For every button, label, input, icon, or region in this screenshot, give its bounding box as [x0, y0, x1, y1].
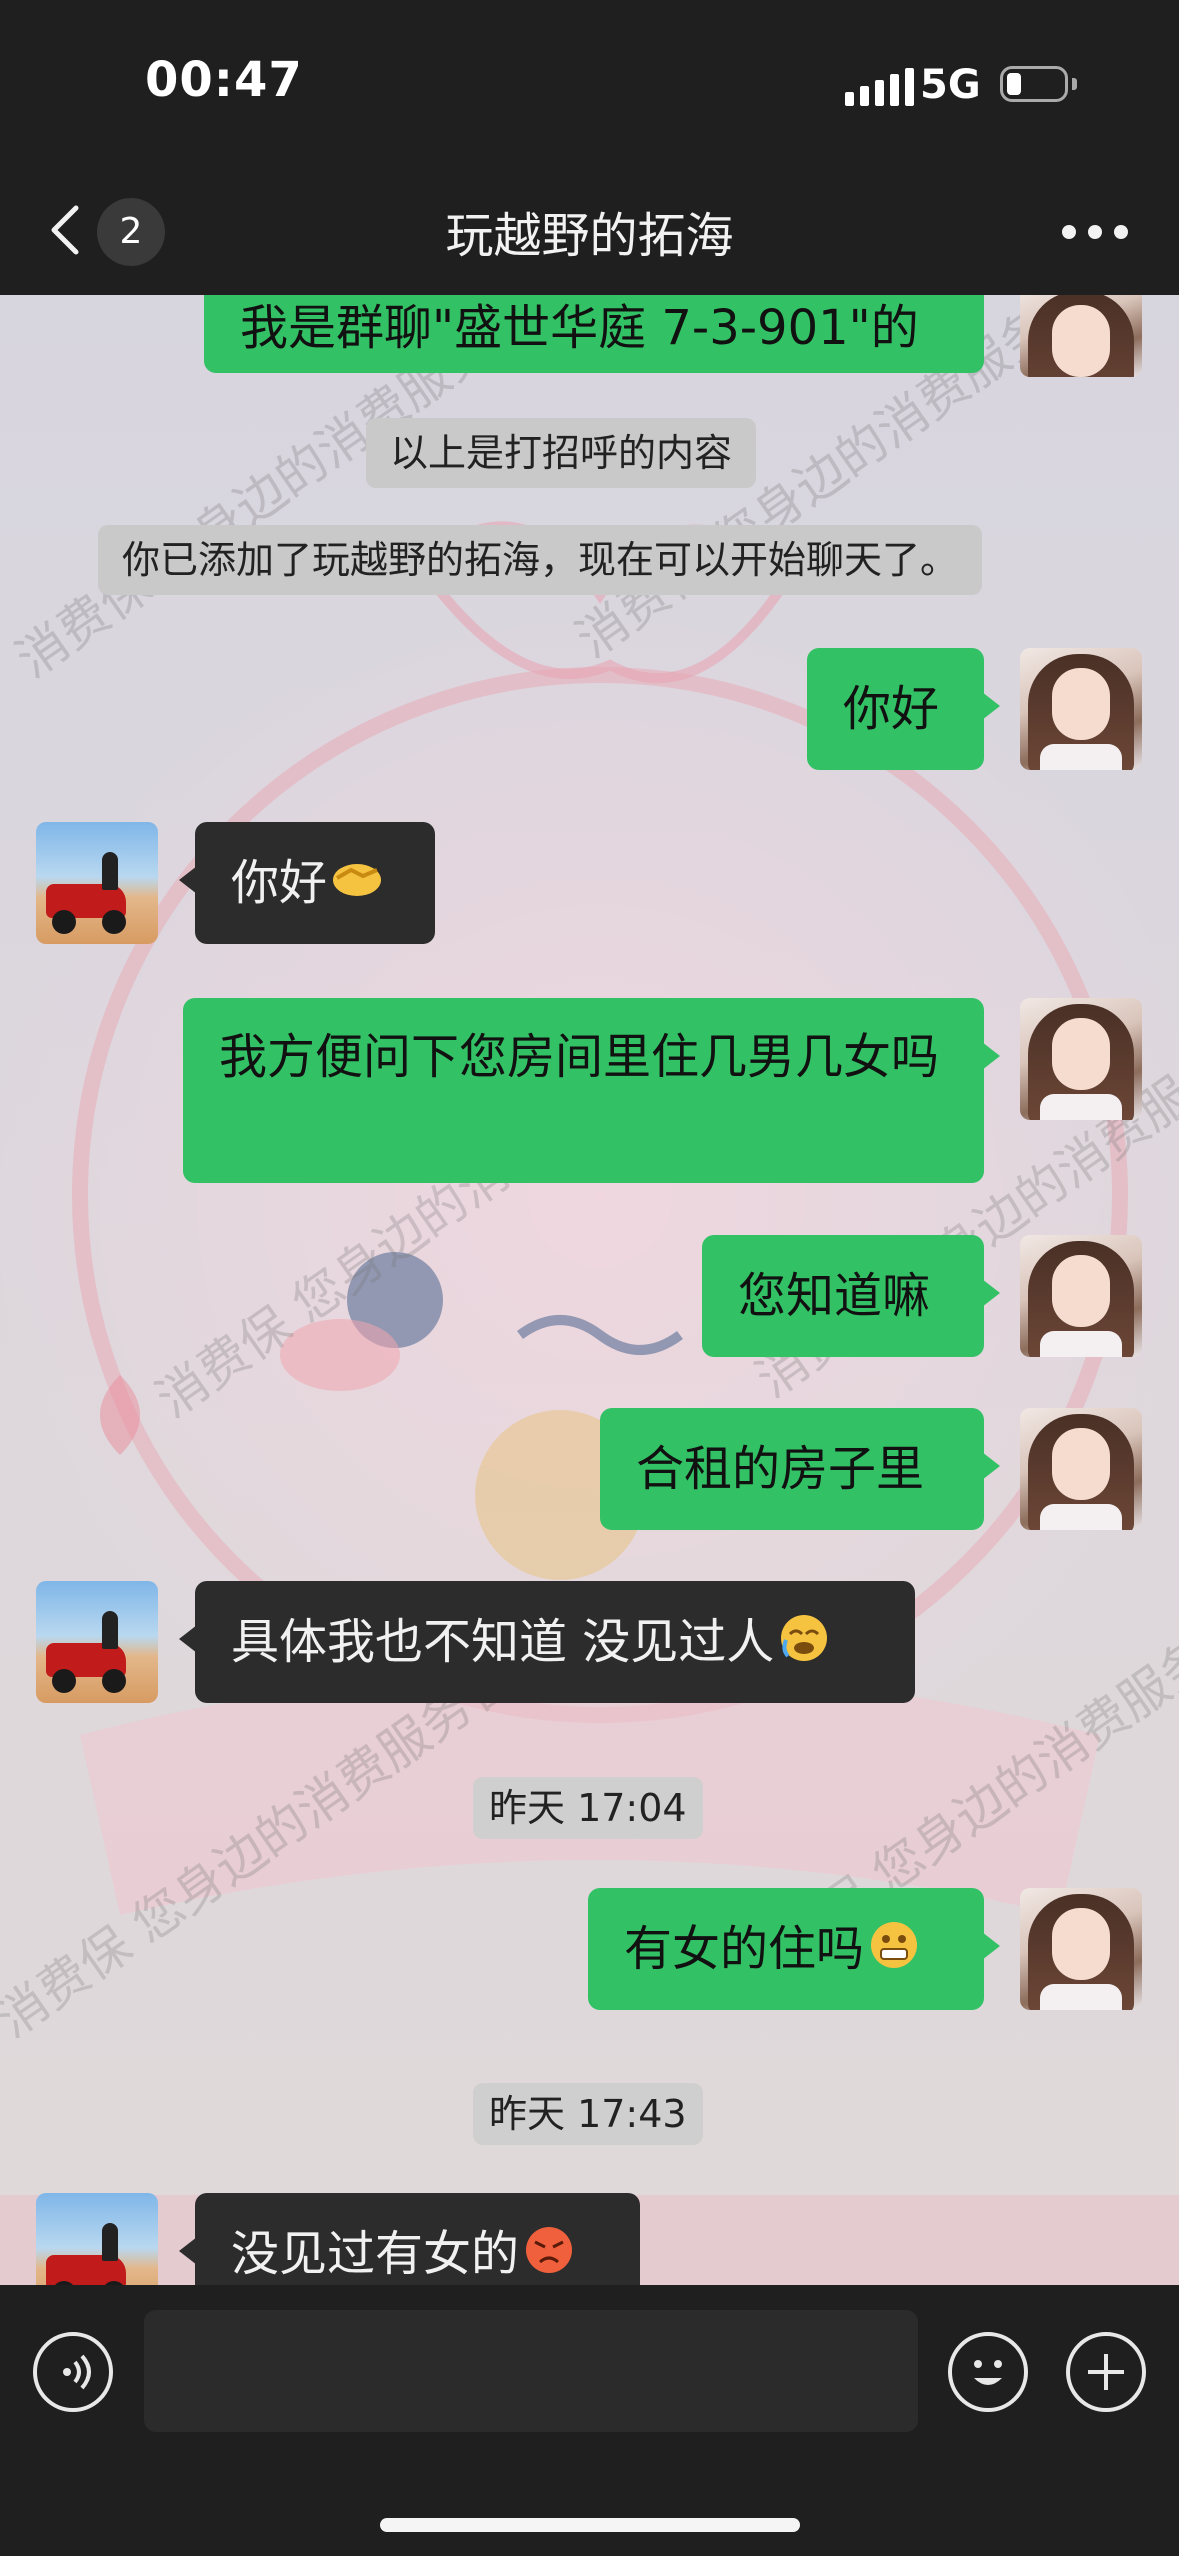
contact-avatar[interactable]: [36, 1581, 158, 1703]
chat-title: 玩越野的拓海: [445, 208, 734, 264]
voice-icon[interactable]: [33, 2332, 113, 2412]
signal-icon: [845, 68, 914, 106]
message-bubble-outgoing[interactable]: 合租的房子里: [600, 1408, 1000, 1530]
angry-emoji-icon: [523, 2224, 575, 2286]
contact-avatar[interactable]: [36, 2193, 158, 2285]
self-avatar[interactable]: [1020, 295, 1142, 377]
battery-tip: [1072, 78, 1077, 90]
battery-icon: [1000, 66, 1068, 102]
system-message: 以上是打招呼的内容: [366, 418, 757, 488]
message-text: 合租的房子里: [636, 1441, 925, 1497]
message-bubble-outgoing[interactable]: 我是群聊"盛世华庭 7-3-901"的: [204, 295, 984, 373]
timestamp: 昨天 17:04: [473, 1777, 703, 1839]
message-bubble-outgoing[interactable]: 我方便问下您房间里住几男几女吗: [183, 998, 1000, 1183]
message-input[interactable]: [144, 2310, 918, 2432]
message-text: 没见过有女的: [231, 2226, 520, 2282]
message-text: 您知道嘛: [738, 1268, 931, 1324]
emoji-face-icon[interactable]: [948, 2332, 1028, 2412]
chat-header: 2 玩越野的拓海: [0, 170, 1179, 295]
self-avatar[interactable]: [1020, 1235, 1142, 1357]
message-list[interactable]: 消费保 您身边的消费服务管家 消费保 您身边的消费服务管家 消费保 您身边的消费…: [0, 295, 1179, 2285]
self-avatar[interactable]: [1020, 998, 1142, 1120]
message-bubble-incoming[interactable]: 你好: [179, 822, 435, 944]
self-avatar[interactable]: [1020, 1408, 1142, 1530]
message-text: 我方便问下您房间里住几男几女吗: [219, 1029, 940, 1085]
grimace-emoji-icon: [868, 1919, 920, 1986]
home-indicator[interactable]: [380, 2518, 800, 2532]
system-message: 你已添加了玩越野的拓海，现在可以开始聊天了。: [98, 525, 983, 595]
message-text: 你好: [231, 855, 328, 911]
plus-icon[interactable]: [1066, 2332, 1146, 2412]
handshake-emoji-icon: [331, 855, 383, 917]
message-bubble-outgoing[interactable]: 您知道嘛: [702, 1235, 1000, 1357]
status-time: 00:47: [145, 52, 303, 108]
timestamp: 昨天 17:43: [473, 2083, 703, 2145]
crying-emoji-icon: [778, 1612, 830, 1679]
message-text: 我是群聊"盛世华庭 7-3-901"的: [240, 300, 919, 356]
contact-avatar[interactable]: [36, 822, 158, 944]
self-avatar[interactable]: [1020, 648, 1142, 770]
self-avatar[interactable]: [1020, 1888, 1142, 2010]
message-bubble-outgoing[interactable]: 有女的住吗: [588, 1888, 1000, 2010]
more-dots-icon[interactable]: [1062, 220, 1128, 244]
message-bubble-outgoing[interactable]: 你好: [807, 648, 1000, 770]
message-bubble-incoming[interactable]: 具体我也不知道 没见过人: [179, 1581, 915, 1703]
network-type: 5G: [920, 62, 981, 108]
status-bar: 00:47 5G: [0, 0, 1179, 170]
message-text: 具体我也不知道 没见过人: [231, 1614, 775, 1670]
message-text: 你好: [843, 681, 940, 737]
message-text: 有女的住吗: [624, 1921, 865, 1977]
input-bar: [0, 2285, 1179, 2556]
message-bubble-incoming[interactable]: 没见过有女的: [179, 2193, 640, 2286]
